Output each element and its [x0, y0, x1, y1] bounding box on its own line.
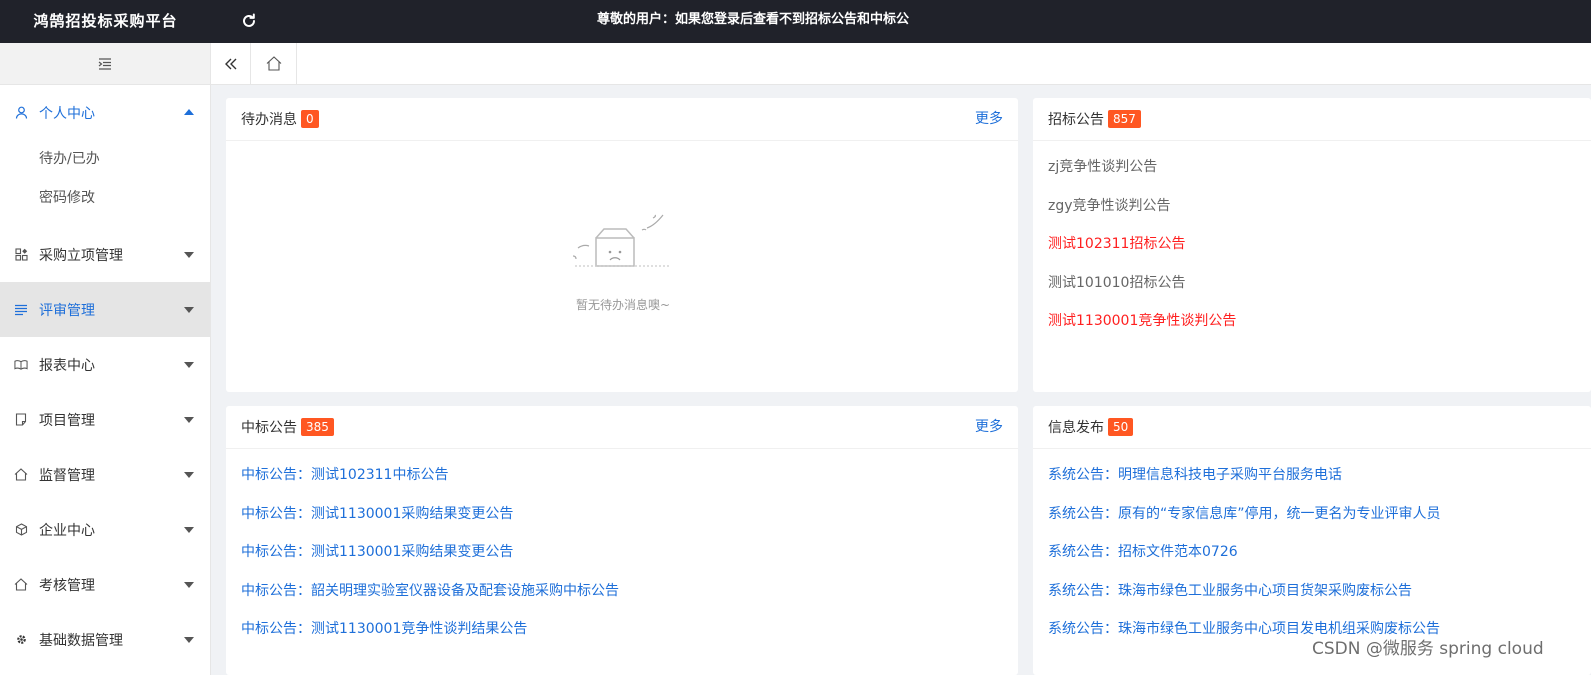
chevron-down-icon [184, 581, 194, 588]
chevron-down-icon [184, 361, 194, 368]
sidebar-item-label: 采购立项管理 [39, 247, 123, 264]
sidebar-item-label: 项目管理 [39, 412, 95, 429]
sidebar-item-review[interactable]: 评审管理 [0, 282, 210, 337]
sidebar-item-label: 评审管理 [39, 302, 95, 319]
list-item[interactable]: 中标公告：测试102311中标公告 [241, 456, 1003, 495]
empty-box-icon [572, 214, 671, 267]
tab-home[interactable] [251, 43, 297, 84]
sidebar-item-label: 企业中心 [39, 522, 95, 539]
note-icon [14, 413, 28, 427]
sidebar-item-enterprise[interactable]: 企业中心 [0, 502, 210, 557]
cube-icon [14, 523, 28, 537]
notice-marquee: 尊敬的用户：如果您登录后查看不到招标公告和中标公 [597, 12, 910, 27]
chevron-up-icon [184, 108, 194, 115]
todo-more-link[interactable]: 更多 [975, 98, 1003, 141]
sidebar-item-reports[interactable]: 报表中心 [0, 337, 210, 392]
todo-card-title: 待办消息 [241, 112, 297, 128]
list-item[interactable]: 中标公告：韶关明理实验室仪器设备及配套设施采购中标公告 [241, 572, 1003, 611]
home-icon [14, 468, 28, 482]
double-chevron-left-icon [224, 58, 236, 69]
todo-count-badge: 0 [301, 110, 319, 128]
home-icon [14, 578, 28, 592]
book-icon [14, 358, 28, 372]
tender-count-badge: 857 [1108, 110, 1141, 128]
sidebar-item-projects[interactable]: 项目管理 [0, 392, 210, 447]
sidebar-item-procurement-project[interactable]: 采购立项管理 [0, 227, 210, 282]
tender-list: zj竞争性谈判公告 zgy竞争性谈判公告 测试102311招标公告 测试1010… [1033, 141, 1591, 348]
list-item[interactable]: zgy竞争性谈判公告 [1048, 187, 1576, 226]
list-item[interactable]: 中标公告：测试1130001竞争性谈判结果公告 [241, 610, 1003, 649]
list-icon [14, 303, 28, 317]
empty-state-text: 暂无待办消息噢~ [575, 298, 671, 312]
list-item[interactable]: 中标公告：测试1130001采购结果变更公告 [241, 495, 1003, 534]
grid-icon [14, 248, 28, 262]
watermark-text: CSDN @微服务 spring cloud [1312, 639, 1544, 659]
empty-state: 暂无待办消息噢~ [563, 208, 683, 313]
sidebar-item-label: 考核管理 [39, 577, 95, 594]
sidebar-subitem-todo[interactable]: 待办/已办 [0, 140, 210, 179]
sidebar-item-base-data[interactable]: 基础数据管理 [0, 612, 210, 667]
todo-card: 待办消息 0 更多 暂无待办消息噢~ [226, 98, 1018, 392]
info-list: 系统公告：明理信息科技电子采购平台服务电话 系统公告：原有的“专家信息库”停用，… [1033, 449, 1591, 656]
list-item[interactable]: 测试102311招标公告 [1048, 225, 1576, 264]
refresh-button[interactable] [239, 11, 259, 31]
sidebar-item-label: 报表中心 [39, 357, 95, 374]
sidebar-item-personal-center[interactable]: 个人中心 [0, 85, 210, 140]
award-more-link[interactable]: 更多 [975, 406, 1003, 449]
sidebar-item-label: 监督管理 [39, 467, 95, 484]
sidebar-item-assessment[interactable]: 考核管理 [0, 557, 210, 612]
list-item[interactable]: 中标公告：测试1130001采购结果变更公告 [241, 533, 1003, 572]
tender-card: 招标公告 857 zj竞争性谈判公告 zgy竞争性谈判公告 测试102311招标… [1033, 98, 1591, 392]
chevron-down-icon [184, 251, 194, 258]
award-count-badge: 385 [301, 418, 334, 436]
list-item[interactable]: 测试1130001竞争性谈判公告 [1048, 302, 1576, 341]
home-icon [266, 56, 281, 71]
sidebar-item-label: 基础数据管理 [39, 632, 123, 649]
chevron-down-icon [184, 306, 194, 313]
top-bar: 鸿鹄招投标采购平台 尊敬的用户：如果您登录后查看不到招标公告和中标公 [0, 0, 1591, 43]
list-item[interactable]: zj竞争性谈判公告 [1048, 148, 1576, 187]
gear-icon [14, 633, 28, 647]
award-list: 中标公告：测试102311中标公告 中标公告：测试1130001采购结果变更公告… [226, 449, 1018, 656]
sidebar-item-label: 个人中心 [39, 105, 95, 122]
sidebar: 个人中心 待办/已办 密码修改 采购立项管理 评审管理 报表中心 项目管理 监督… [0, 43, 211, 675]
sidebar-item-supervision[interactable]: 监督管理 [0, 447, 210, 502]
refresh-icon [243, 13, 255, 27]
app-logo-title: 鸿鹄招投标采购平台 [33, 12, 178, 30]
info-card-title: 信息发布 [1048, 420, 1104, 436]
list-item[interactable]: 系统公告：招标文件范本0726 [1048, 533, 1576, 572]
list-item[interactable]: 系统公告：原有的“专家信息库”停用，统一更名为专业评审人员 [1048, 495, 1576, 534]
sidebar-subitem-password[interactable]: 密码修改 [0, 179, 210, 218]
list-item[interactable]: 系统公告：珠海市绿色工业服务中心项目货架采购废标公告 [1048, 572, 1576, 611]
info-count-badge: 50 [1108, 418, 1134, 436]
list-item[interactable]: 系统公告：明理信息科技电子采购平台服务电话 [1048, 456, 1576, 495]
award-card-title: 中标公告 [241, 420, 297, 436]
user-icon [14, 106, 28, 120]
award-card: 中标公告 385 更多 中标公告：测试102311中标公告 中标公告：测试113… [226, 406, 1018, 675]
indent-icon [98, 57, 111, 70]
chevron-down-icon [184, 471, 194, 478]
tender-card-title: 招标公告 [1048, 112, 1104, 128]
tab-scroll-left-button[interactable] [211, 43, 251, 84]
tab-bar [211, 43, 1591, 85]
chevron-down-icon [184, 416, 194, 423]
sidebar-toggle-button[interactable] [0, 43, 210, 85]
chevron-down-icon [184, 636, 194, 643]
chevron-down-icon [184, 526, 194, 533]
list-item[interactable]: 测试101010招标公告 [1048, 264, 1576, 303]
